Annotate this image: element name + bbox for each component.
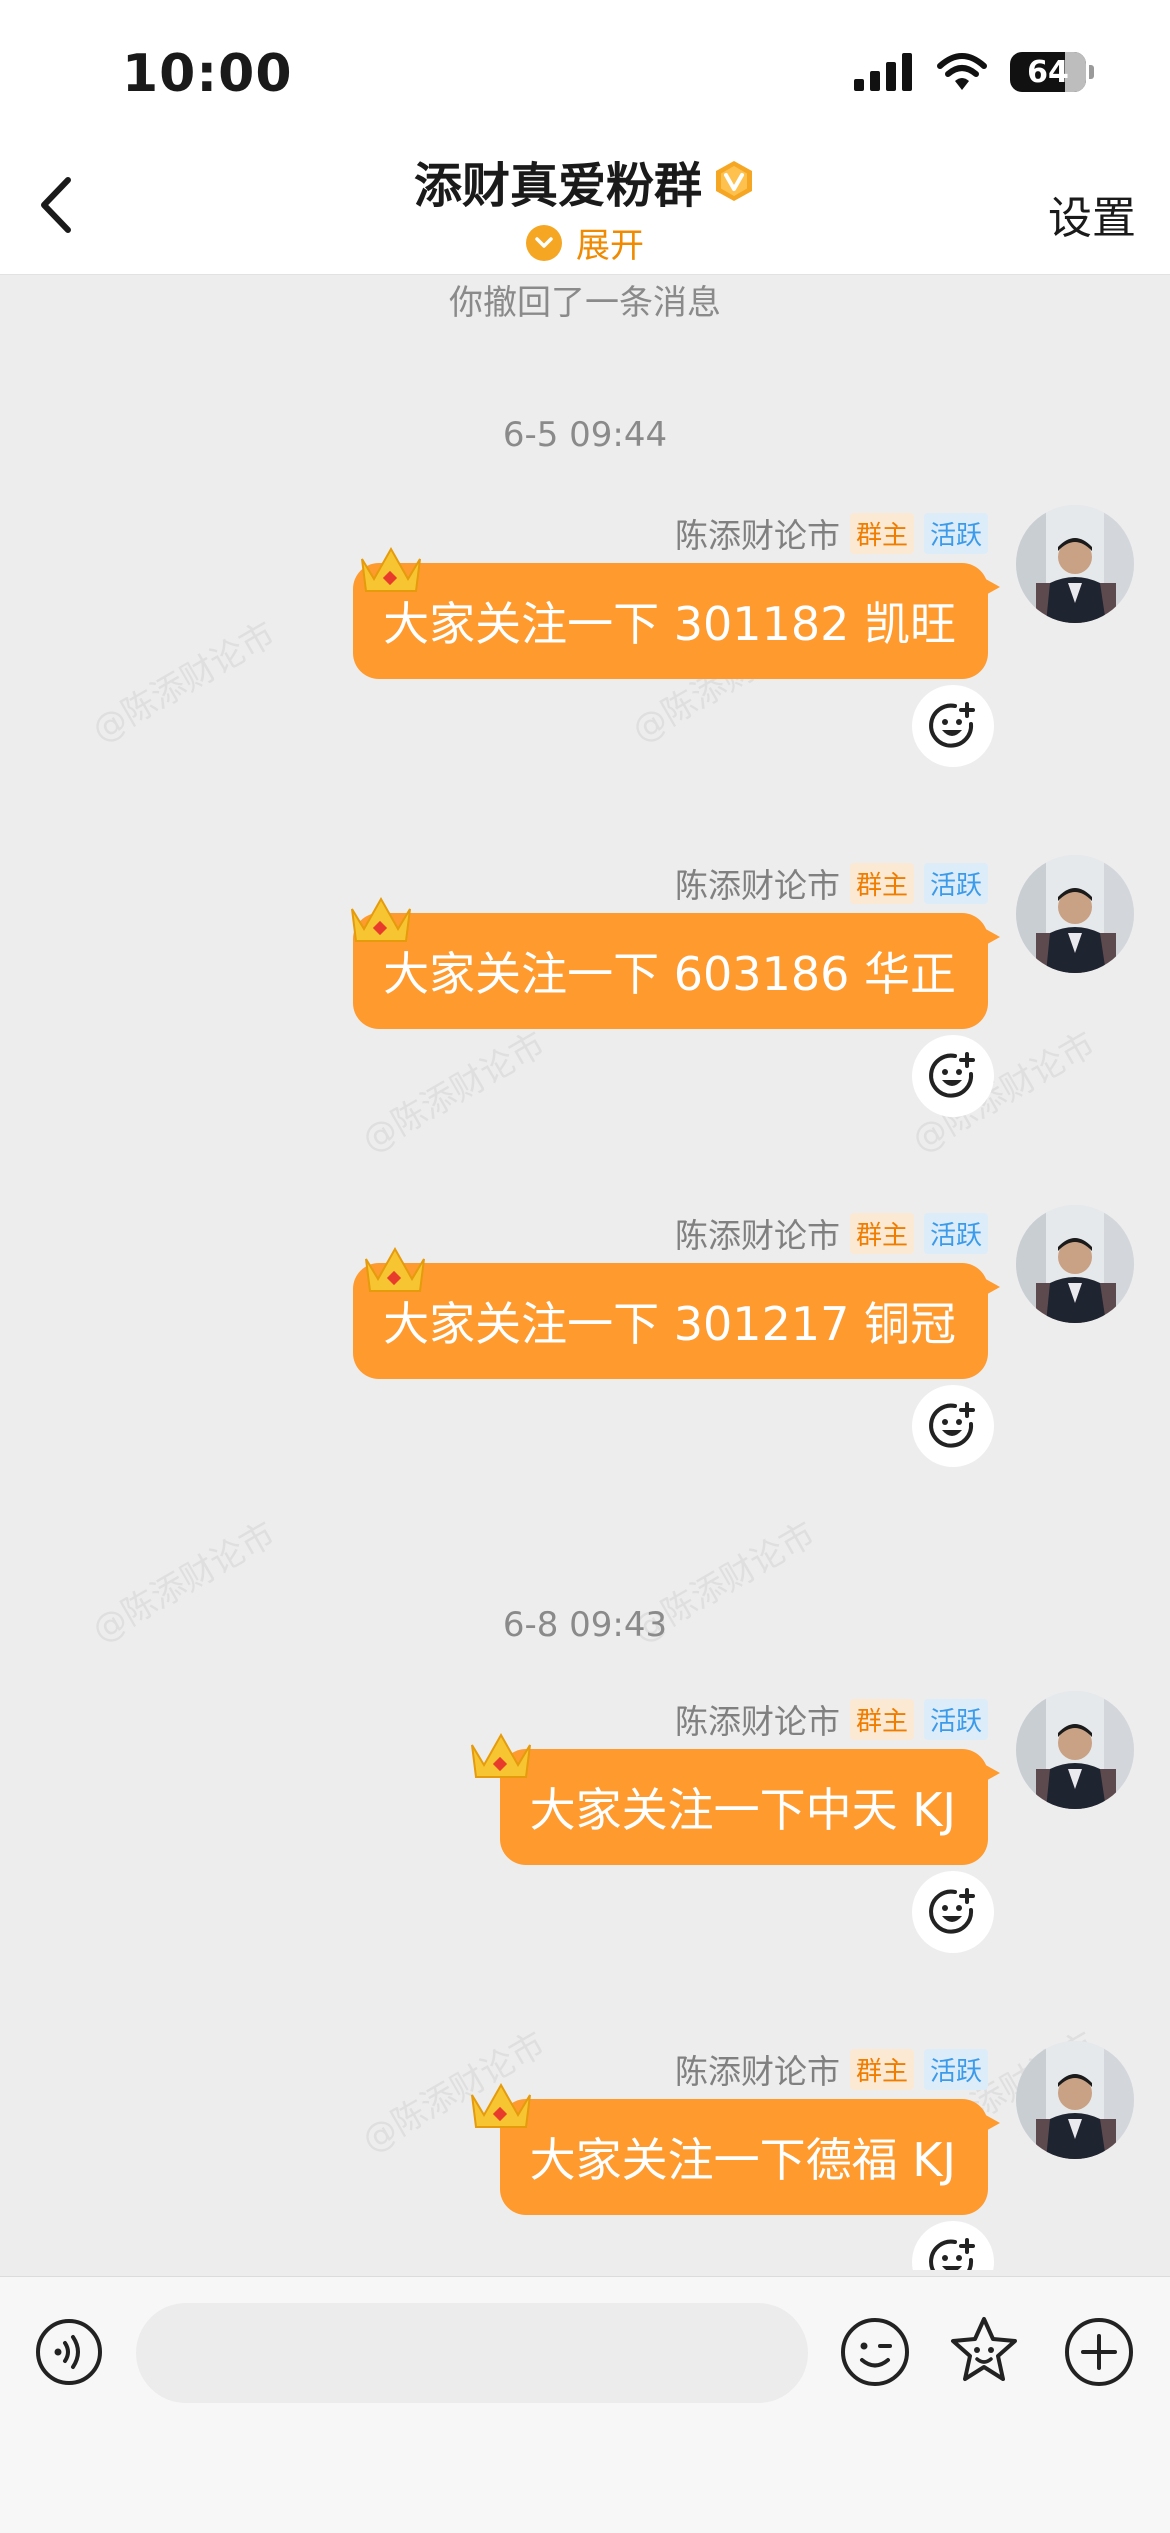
- message-bubble[interactable]: 大家关注一下 603186 华正: [353, 913, 1000, 1029]
- input-bar: [0, 2276, 1170, 2533]
- chevron-down-icon: [526, 224, 562, 261]
- react-button[interactable]: [912, 685, 994, 767]
- timestamp: 6-5 09:44: [502, 415, 668, 455]
- signal-icon: [854, 53, 912, 91]
- sender-name: 陈添财论市: [674, 1216, 840, 1255]
- active-tag: 活跃: [923, 1212, 988, 1254]
- message-input[interactable]: [136, 2303, 808, 2403]
- verified-v-icon: [716, 161, 752, 201]
- message-text: 大家关注一下 603186 华正: [383, 947, 956, 1001]
- active-tag: 活跃: [923, 1698, 988, 1740]
- owner-tag: 群主: [849, 1698, 914, 1740]
- plus-icon[interactable]: [1062, 2315, 1136, 2389]
- sticker-icon[interactable]: [946, 2313, 1022, 2389]
- message-item: 陈添财论市 群主 活跃 大家关注一下 301217 铜冠: [0, 1205, 1170, 1505]
- sender-name: 陈添财论市: [674, 516, 840, 555]
- message-text: 大家关注一下德福 KJ: [529, 2133, 956, 2187]
- add-reaction-icon: [929, 1052, 975, 1098]
- emoji-icon[interactable]: [838, 2315, 912, 2389]
- active-tag: 活跃: [923, 2048, 988, 2090]
- message-item: 陈添财论市 群主 活跃 大家关注一下中天 KJ: [0, 1691, 1170, 1991]
- active-tag: 活跃: [923, 862, 988, 904]
- crown-icon: [361, 546, 421, 592]
- voice-icon[interactable]: [34, 2317, 104, 2387]
- add-reaction-icon: [929, 1888, 975, 1934]
- sender-name: 陈添财论市: [674, 1702, 840, 1741]
- recalled-notice: 你撤回了一条消息: [449, 283, 721, 323]
- timestamp: 6-8 09:43: [502, 1605, 668, 1645]
- message-text: 大家关注一下 301182 凯旺: [383, 597, 956, 651]
- react-button[interactable]: [912, 1035, 994, 1117]
- owner-tag: 群主: [849, 512, 914, 554]
- add-reaction-icon: [929, 2238, 975, 2270]
- react-button[interactable]: [912, 1871, 994, 1953]
- sender-name: 陈添财论市: [674, 2052, 840, 2091]
- message-item: 陈添财论市 群主 活跃 大家关注一下 301182 凯旺: [0, 505, 1170, 805]
- avatar[interactable]: [1016, 2041, 1134, 2159]
- owner-tag: 群主: [849, 2048, 914, 2090]
- message-text: 大家关注一下 301217 铜冠: [383, 1297, 956, 1351]
- settings-button[interactable]: 设置: [1048, 182, 1136, 246]
- status-icons: 64: [854, 52, 1094, 92]
- avatar[interactable]: [1016, 1205, 1134, 1323]
- avatar[interactable]: [1016, 855, 1134, 973]
- message-item: 陈添财论市 群主 活跃 大家关注一下德福 KJ: [0, 2041, 1170, 2270]
- chat-area[interactable]: @陈添财论市 @陈添财论市 @陈添财论市 @陈添财论市 @陈添财论市 @陈添财论…: [0, 275, 1170, 2270]
- wifi-icon: [937, 53, 987, 90]
- crown-icon: [471, 1732, 531, 1778]
- add-reaction-icon: [929, 702, 975, 748]
- sender-name: 陈添财论市: [674, 866, 840, 905]
- nav-title-wrap[interactable]: 添财真爱粉群: [0, 146, 1170, 216]
- crown-icon: [365, 1246, 425, 1292]
- message-bubble[interactable]: 大家关注一下德福 KJ: [499, 2099, 1001, 2215]
- message-bubble[interactable]: 大家关注一下 301217 铜冠: [353, 1263, 1000, 1379]
- nav-bar: 添财真爱粉群 展开 设置: [0, 140, 1170, 275]
- battery-icon: 64: [1010, 52, 1094, 92]
- battery-level: 64: [1027, 54, 1069, 90]
- message-item: 陈添财论市 群主 活跃 大家关注一下 603186 华正: [0, 855, 1170, 1155]
- sender-row: 陈添财论市 群主 活跃: [675, 2045, 988, 2093]
- crown-icon: [471, 2082, 531, 2128]
- crown-icon: [351, 896, 411, 942]
- avatar[interactable]: [1016, 505, 1134, 623]
- react-button[interactable]: [912, 1385, 994, 1467]
- add-reaction-icon: [929, 1402, 975, 1448]
- status-bar: 10:00 64: [0, 0, 1170, 140]
- owner-tag: 群主: [849, 1212, 914, 1254]
- page-title: 添财真爱粉群: [413, 158, 702, 214]
- sender-row: 陈添财论市 群主 活跃: [675, 1695, 988, 1743]
- message-text: 大家关注一下中天 KJ: [529, 1783, 956, 1837]
- status-time: 10:00: [122, 44, 293, 104]
- sender-row: 陈添财论市 群主 活跃: [675, 1209, 988, 1257]
- message-bubble[interactable]: 大家关注一下 301182 凯旺: [353, 563, 1000, 679]
- expand-label: 展开: [576, 226, 644, 266]
- active-tag: 活跃: [923, 512, 988, 554]
- owner-tag: 群主: [849, 862, 914, 904]
- sender-row: 陈添财论市 群主 活跃: [675, 509, 988, 557]
- message-bubble[interactable]: 大家关注一下中天 KJ: [499, 1749, 1001, 1865]
- expand-toggle[interactable]: 展开: [0, 218, 1170, 267]
- react-button[interactable]: [912, 2221, 994, 2270]
- avatar[interactable]: [1016, 1691, 1134, 1809]
- sender-row: 陈添财论市 群主 活跃: [675, 859, 988, 907]
